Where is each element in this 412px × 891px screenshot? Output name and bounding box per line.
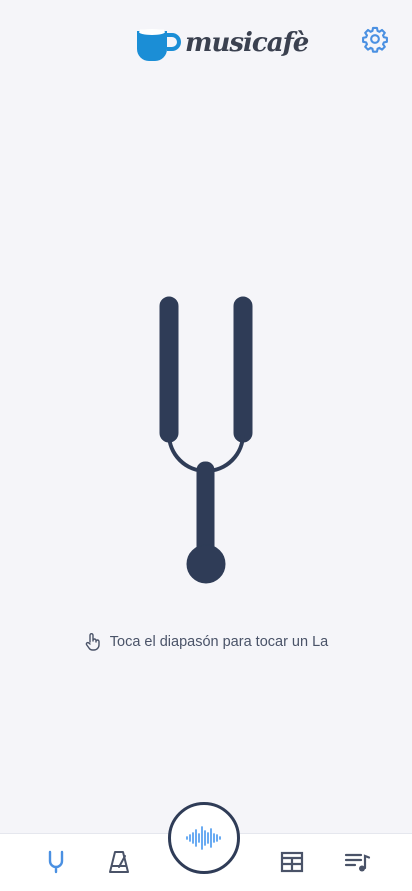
gear-icon bbox=[362, 26, 388, 53]
brand-logo: musicafè bbox=[135, 24, 309, 66]
tuning-fork-icon bbox=[48, 850, 64, 874]
nav-playlist[interactable] bbox=[343, 848, 371, 876]
metronome-icon bbox=[109, 851, 129, 873]
tuning-fork-icon bbox=[159, 296, 253, 584]
waveform-icon bbox=[186, 826, 221, 850]
chord-grid-icon bbox=[280, 851, 304, 873]
nav-metronome[interactable] bbox=[105, 848, 133, 876]
tap-hint: Toca el diapasón para tocar un La bbox=[0, 632, 412, 652]
tuning-fork-button[interactable] bbox=[158, 294, 254, 586]
nav-chords[interactable] bbox=[278, 848, 306, 876]
coffee-cup-icon bbox=[137, 29, 181, 61]
listen-button[interactable] bbox=[168, 802, 240, 874]
hand-pointer-icon bbox=[85, 633, 100, 651]
app-header: musicafè bbox=[0, 0, 412, 86]
settings-button[interactable] bbox=[361, 25, 389, 53]
nav-tuner[interactable] bbox=[42, 848, 70, 876]
hint-text: Toca el diapasón para tocar un La bbox=[109, 634, 329, 650]
playlist-music-icon bbox=[344, 853, 371, 872]
brand-name: musicafè bbox=[185, 28, 309, 58]
